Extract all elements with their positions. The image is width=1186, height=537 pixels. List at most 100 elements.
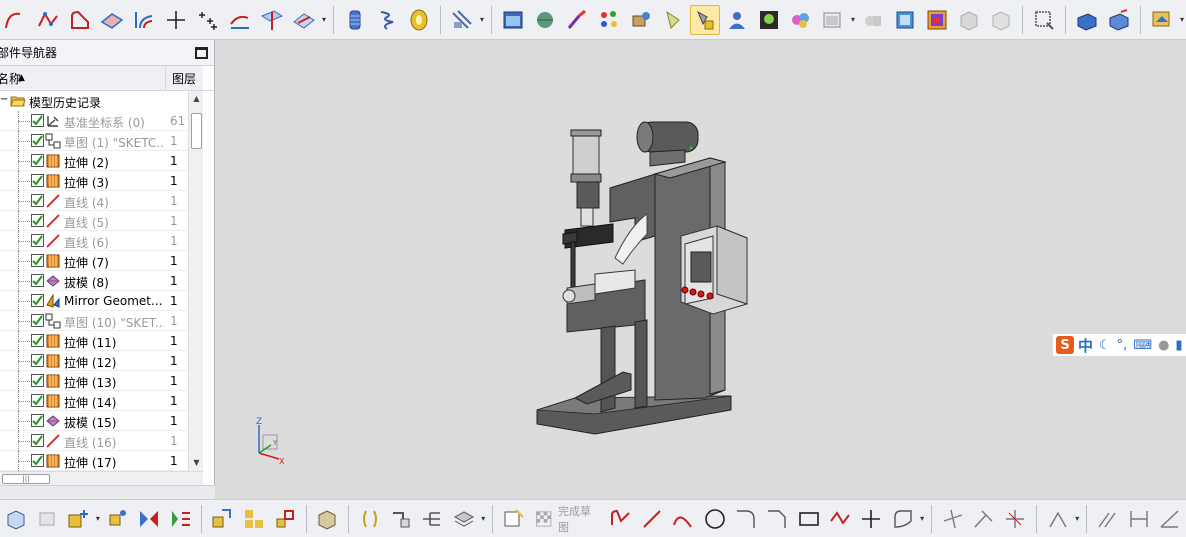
offset-curve-icon[interactable] [129, 5, 159, 35]
tree-row[interactable]: 拉伸 (12) 1 [0, 351, 203, 371]
check-clearance-icon[interactable] [313, 504, 342, 534]
interpart-link-icon[interactable] [386, 504, 415, 534]
arc-icon[interactable] [1, 5, 31, 35]
weld-tool-icon[interactable] [447, 5, 477, 35]
spot-light-icon[interactable] [690, 4, 720, 35]
visibility-checkbox[interactable] [31, 194, 44, 207]
component-array-icon[interactable] [239, 504, 268, 534]
window-preview-icon[interactable] [818, 5, 848, 35]
tree-row[interactable]: 直线 (5) 1 [0, 211, 203, 231]
sketch-polyline-icon[interactable] [825, 504, 854, 534]
relationship-browser-icon[interactable] [418, 504, 447, 534]
add-component-icon[interactable] [64, 504, 93, 534]
visibility-checkbox[interactable] [31, 414, 44, 427]
exploded-view-icon[interactable] [449, 504, 478, 534]
user-person-icon[interactable] [722, 5, 752, 35]
visibility-checkbox[interactable] [31, 174, 44, 187]
tree-row[interactable]: 草图 (10) "SKET... 1 [0, 311, 203, 331]
sketch-tool-icon[interactable] [499, 504, 528, 534]
tree-row[interactable]: 拉伸 (2) 1 [0, 151, 203, 171]
visibility-checkbox[interactable] [31, 114, 44, 127]
visibility-checkbox[interactable] [31, 254, 44, 267]
tree-row[interactable]: 拉伸 (3) 1 [0, 171, 203, 191]
ime-toolbar[interactable]: S 中 ☾ °, ⌨ ● ▮ [1052, 333, 1186, 357]
background-image-icon[interactable] [754, 5, 784, 35]
profile-curve-icon[interactable] [65, 5, 95, 35]
sketch-fillet-icon[interactable] [731, 504, 760, 534]
visibility-checkbox[interactable] [31, 294, 44, 307]
intersect-curve-icon[interactable] [257, 5, 287, 35]
add-component-dropdown-icon[interactable]: ▾ [94, 504, 102, 534]
visibility-checkbox[interactable] [31, 314, 44, 327]
visibility-checkbox[interactable] [31, 374, 44, 387]
navigator-horizontal-scrollbar[interactable]: ||| [0, 471, 203, 485]
tire-icon[interactable] [404, 5, 434, 35]
navigator-vertical-scrollbar[interactable]: ▲ ▼ [188, 91, 203, 471]
visibility-checkbox[interactable] [31, 434, 44, 447]
scroll-down-arrow-icon[interactable]: ▼ [189, 455, 204, 471]
tree-row[interactable]: Mirror Geomet... 1 [0, 291, 203, 311]
light-icon[interactable] [658, 5, 688, 35]
replace-component-icon[interactable] [270, 504, 299, 534]
project-curve-icon[interactable] [225, 5, 255, 35]
cylinder-spring-icon[interactable] [340, 5, 370, 35]
scrollbar-thumb[interactable] [191, 113, 202, 149]
profile-sketch-icon[interactable] [606, 504, 635, 534]
quick-trim-icon[interactable] [938, 504, 967, 534]
tree-row[interactable]: 拉伸 (14) 1 [0, 391, 203, 411]
column-header-layer[interactable]: 图层 [166, 66, 203, 90]
tree-row[interactable]: 拔模 (15) 1 [0, 411, 203, 431]
visibility-checkbox[interactable] [31, 334, 44, 347]
collapse-icon[interactable]: − [0, 94, 8, 105]
new-component-icon[interactable] [103, 504, 132, 534]
ime-user-icon[interactable]: ● [1158, 338, 1169, 353]
tree-row[interactable]: 拔模 (8) 1 [0, 271, 203, 291]
visibility-checkbox[interactable] [31, 394, 44, 407]
ime-fullwidth-icon[interactable]: ☾ [1099, 338, 1111, 353]
visibility-checkbox[interactable] [31, 214, 44, 227]
color-palette-icon[interactable] [594, 5, 624, 35]
assembly-constraints-icon[interactable] [165, 504, 194, 534]
tree-row[interactable]: 拉伸 (17) 1 [0, 451, 203, 471]
make-corner-icon[interactable] [1001, 504, 1030, 534]
tree-root-model-history[interactable]: − 模型历史记录 [0, 91, 203, 111]
decal-icon[interactable] [626, 5, 656, 35]
curve-more-dropdown-icon[interactable]: ▾ [320, 5, 328, 35]
line-tool-icon[interactable] [161, 5, 191, 35]
render-window-icon[interactable] [498, 5, 528, 35]
parallel-constraint-icon[interactable] [1093, 504, 1122, 534]
edit-solid-icon[interactable] [1104, 5, 1134, 35]
export-render-icon[interactable] [1147, 5, 1177, 35]
helix-icon[interactable] [372, 5, 402, 35]
point-set-icon[interactable] [193, 5, 223, 35]
dimension-icon[interactable] [1124, 504, 1153, 534]
tree-row[interactable]: 拉伸 (13) 1 [0, 371, 203, 391]
weld-dropdown-icon[interactable]: ▾ [478, 5, 486, 35]
visibility-checkbox[interactable] [31, 454, 44, 467]
quick-extend-icon[interactable] [969, 504, 998, 534]
tree-row[interactable]: 直线 (4) 1 [0, 191, 203, 211]
spot-welder-model[interactable] [535, 118, 765, 438]
sketch-arc-icon[interactable] [669, 504, 698, 534]
tree-row[interactable]: 草图 (1) "SKETC... 1 [0, 131, 203, 151]
sketch-chamfer-icon[interactable] [763, 504, 792, 534]
mirror-assembly-icon[interactable] [134, 504, 163, 534]
visibility-checkbox[interactable] [31, 234, 44, 247]
wave-link-icon[interactable] [355, 504, 384, 534]
ime-language-toggle[interactable]: 中 [1078, 335, 1093, 356]
sketch-line-icon[interactable] [637, 504, 666, 534]
maximize-icon[interactable] [195, 46, 208, 59]
preview-dropdown-icon[interactable]: ▾ [849, 5, 857, 35]
tree-row[interactable]: 直线 (16) 1 [0, 431, 203, 451]
material-brush-icon[interactable] [562, 5, 592, 35]
sogou-logo-icon[interactable]: S [1056, 336, 1074, 354]
visibility-checkbox[interactable] [31, 354, 44, 367]
photo-render-icon[interactable] [530, 5, 560, 35]
ime-punctuation-icon[interactable]: °, [1117, 338, 1128, 353]
tree-row[interactable]: 拉伸 (7) 1 [0, 251, 203, 271]
sketch-point-icon[interactable] [857, 504, 886, 534]
move-component-icon[interactable] [208, 504, 237, 534]
export-dropdown-icon[interactable]: ▾ [1178, 5, 1186, 35]
column-header-name[interactable]: 名称 ▲ [0, 66, 166, 90]
visibility-checkbox[interactable] [31, 274, 44, 287]
